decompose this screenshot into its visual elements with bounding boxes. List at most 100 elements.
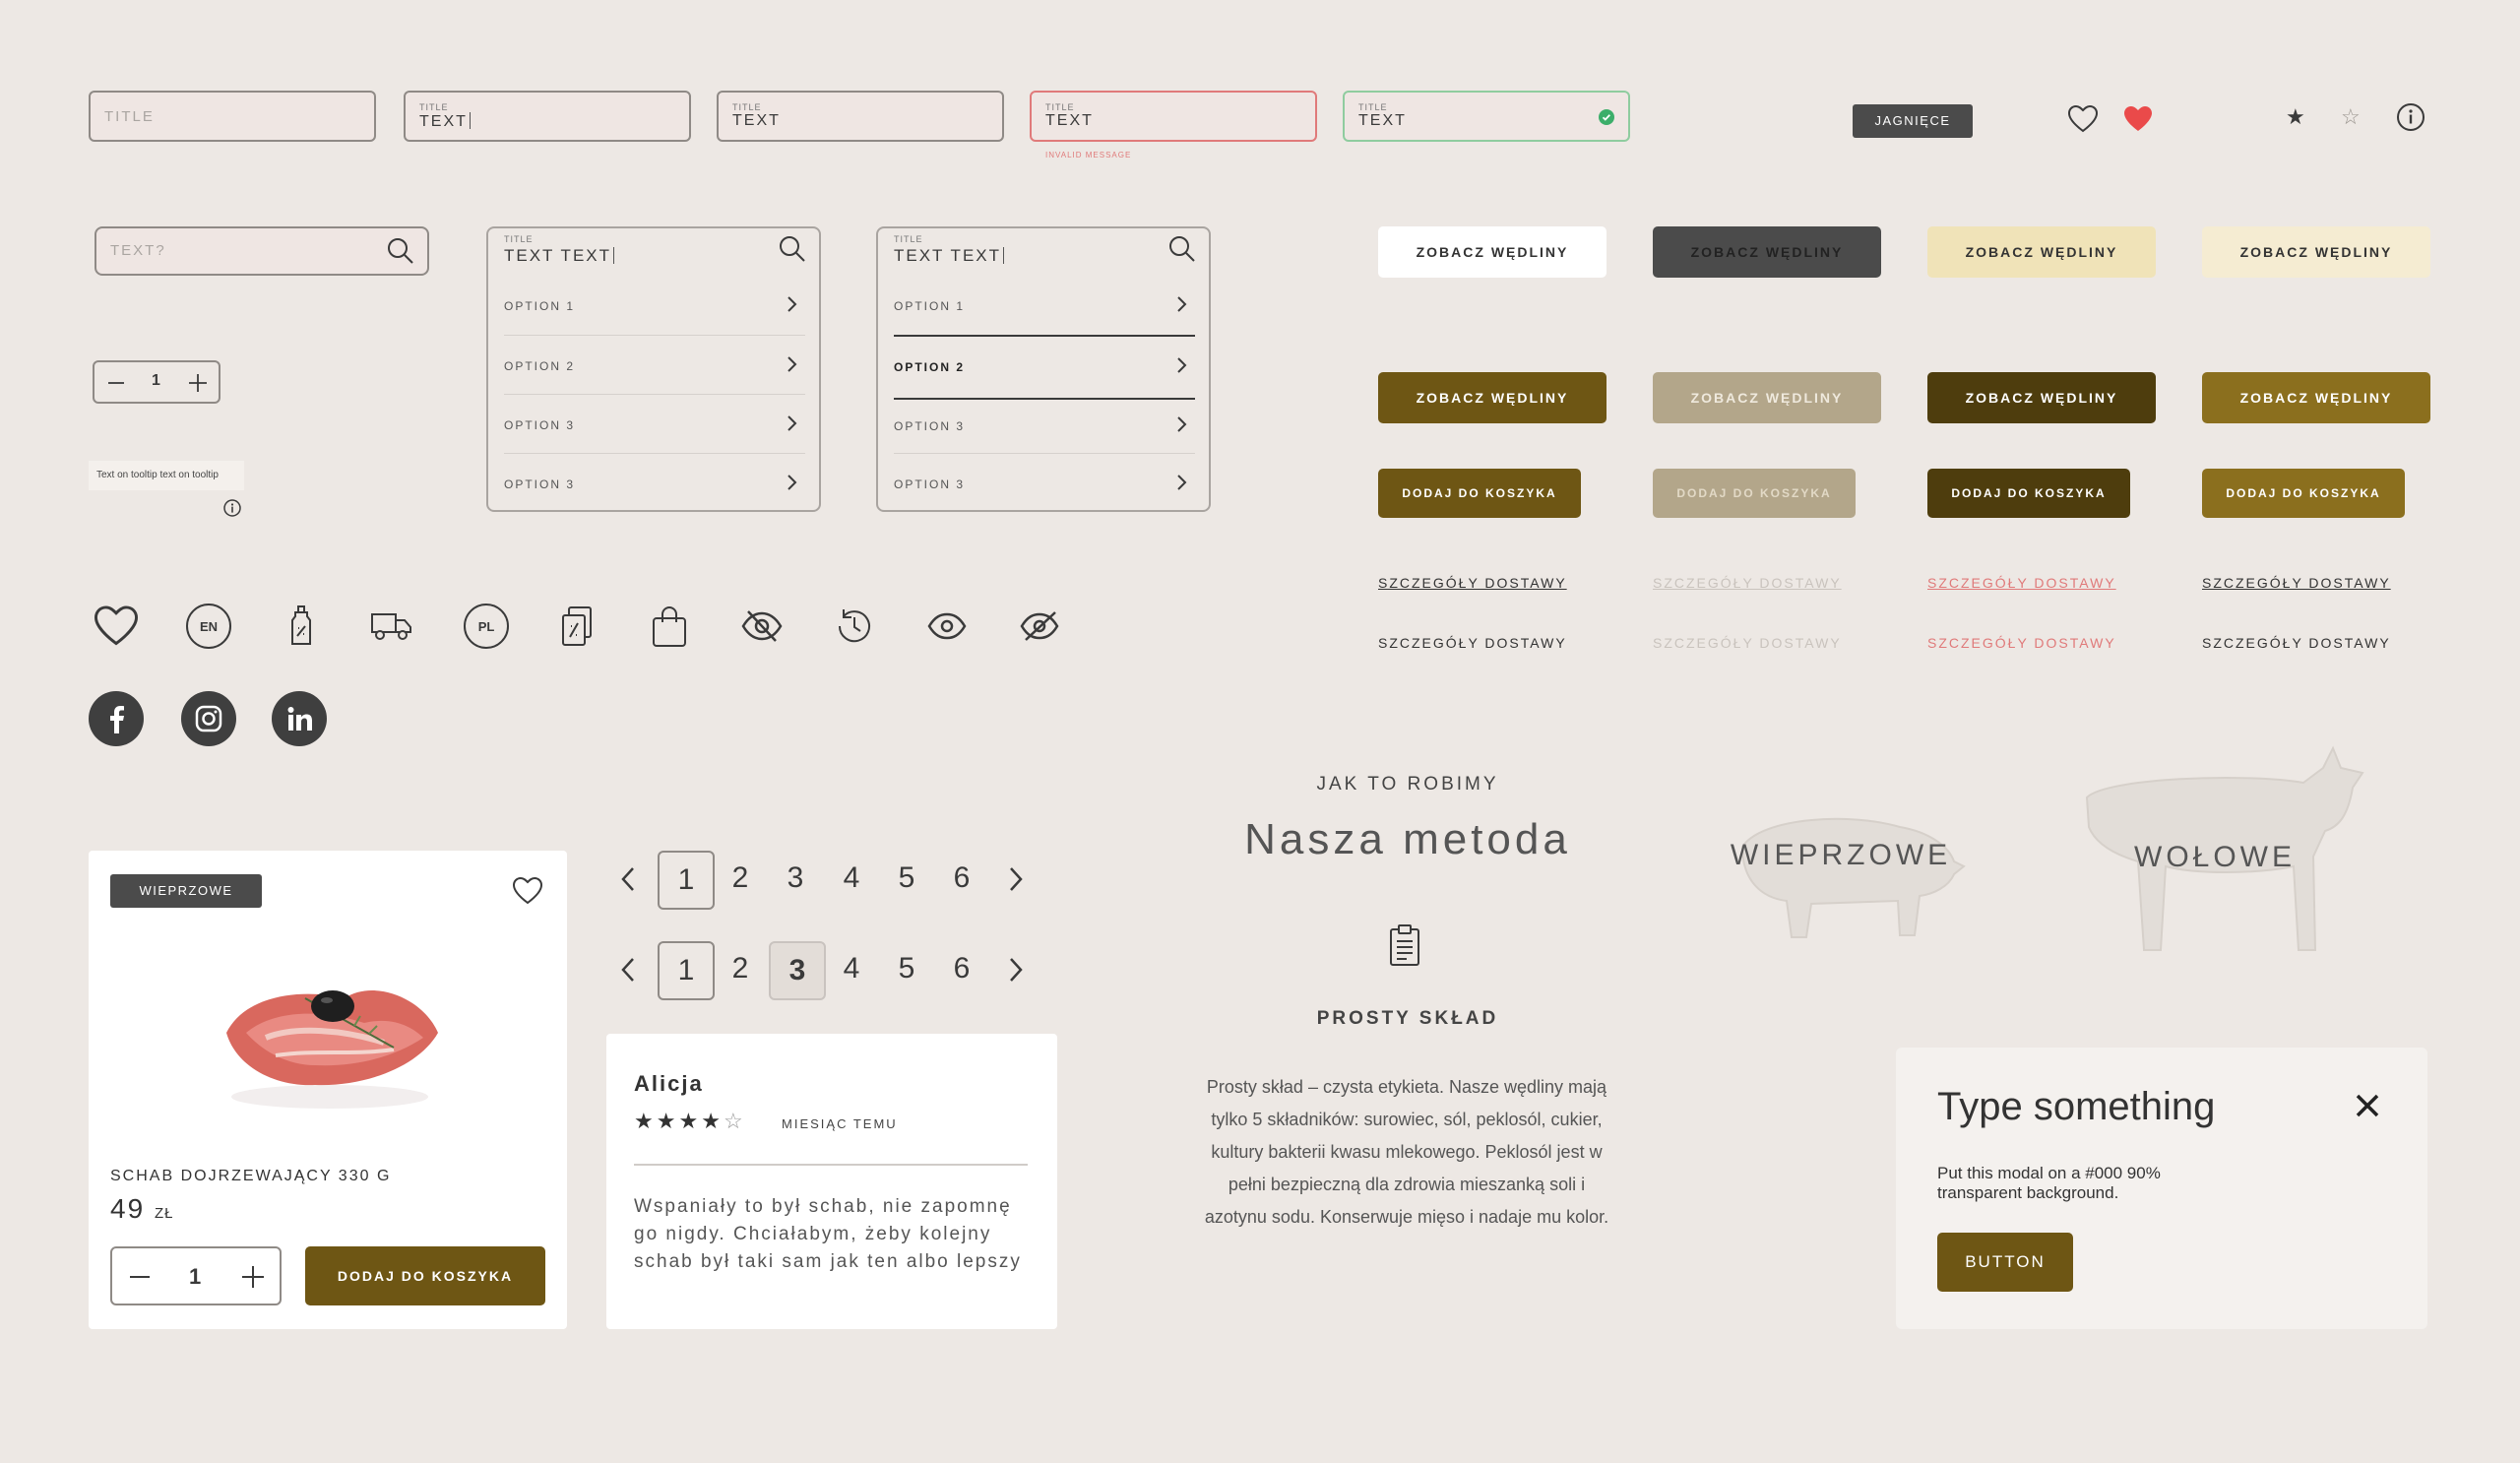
see-products-button-brown-dark[interactable]: ZOBACZ WĘDLINY [1927,372,2156,423]
page-5[interactable]: 5 [880,941,933,996]
dropdown-open[interactable]: TITLE TEXT TEXT OPTION 1 OPTION 2 OPTION… [486,226,821,512]
search-input[interactable]: TEXT? [94,226,429,276]
search-icon[interactable] [386,236,415,271]
dropdown-option[interactable]: OPTION 3 [894,453,1195,513]
star-outline-icon[interactable]: ☆ [2341,104,2361,130]
add-to-cart-button-disabled[interactable]: DODAJ DO KOSZYKA [1653,469,1856,518]
linkedin-icon[interactable] [272,691,327,746]
close-icon[interactable] [2355,1093,2380,1123]
chevron-left-icon[interactable] [618,955,638,989]
delivery-text-active[interactable]: SZCZEGÓŁY DOSTAWY [2202,635,2391,651]
dropdown-option-active[interactable]: OPTION 2 [894,335,1195,400]
delivery-link-active[interactable]: SZCZEGÓŁY DOSTAWY [2202,575,2391,591]
info-icon[interactable] [2396,102,2426,137]
chevron-left-icon[interactable] [618,864,638,899]
delivery-text-hover[interactable]: SZCZEGÓŁY DOSTAWY [1927,635,2116,651]
page-6[interactable]: 6 [935,941,988,996]
info-small-icon[interactable] [222,498,242,523]
page-1[interactable]: 1 [658,941,715,1000]
category-pork[interactable]: WIEPRZOWE [1624,839,2057,872]
see-products-button-disabled[interactable]: ZOBACZ WĘDLINY [1653,372,1881,423]
dropdown-header[interactable]: TITLE TEXT TEXT [488,228,819,276]
page-4[interactable]: 4 [825,851,878,906]
eye-icon[interactable] [919,599,975,654]
dropdown-option[interactable]: OPTION 1 [504,276,805,335]
heart-icon[interactable] [89,599,144,654]
favourite-icon[interactable] [512,876,543,911]
dropdown-option[interactable]: OPTION 1 [894,276,1195,335]
delivery-text[interactable]: SZCZEGÓŁY DOSTAWY [1378,635,1567,651]
chevron-right-icon [786,414,799,437]
see-products-button-cream[interactable]: ZOBACZ WĘDLINY [1927,226,2156,278]
see-products-button-brown[interactable]: ZOBACZ WĘDLINY [1378,372,1606,423]
option-label: OPTION 3 [894,419,966,433]
product-card[interactable]: WIEPRZOWE SCHAB DOJRZEWAJĄCY 330 G 49 ZŁ… [89,851,567,1329]
dropdown-label: TITLE [894,234,923,244]
title-input-invalid[interactable]: TITLE TEXT [1030,91,1317,142]
dropdown-option[interactable]: OPTION 2 [504,335,805,395]
title-input-focused[interactable]: TITLE TEXT [404,91,691,142]
price-tag-icon [274,599,329,654]
modal-button[interactable]: BUTTON [1937,1233,2073,1292]
eye-off-icon[interactable] [734,599,789,654]
see-products-button-dark[interactable]: ZOBACZ WĘDLINY [1653,226,1881,278]
language-pl-label: PL [464,604,509,649]
page-3[interactable]: 3 [769,851,822,906]
add-to-cart-button-brown-dark[interactable]: DODAJ DO KOSZYKA [1927,469,2130,518]
field-value: TEXT [419,113,468,130]
plus-icon[interactable] [240,1264,266,1295]
page-1[interactable]: 1 [658,851,715,910]
history-icon[interactable] [827,599,882,654]
search-icon[interactable] [1167,234,1197,269]
product-qty-value: 1 [189,1264,202,1289]
delivery-link-hover[interactable]: SZCZEGÓŁY DOSTAWY [1927,575,2116,591]
minus-icon[interactable] [106,373,126,398]
chevron-right-icon [786,295,799,318]
category-tag[interactable]: JAGNIĘCE [1853,104,1973,138]
facebook-icon[interactable] [89,691,144,746]
title-input-valid[interactable]: TITLE TEXT [1343,91,1630,142]
see-products-button-light-cream[interactable]: ZOBACZ WĘDLINY [2202,226,2430,278]
minus-icon[interactable] [128,1267,152,1292]
eye-crossed-icon[interactable] [1012,599,1067,654]
instagram-icon[interactable] [181,691,236,746]
product-quantity-stepper[interactable]: 1 [110,1246,282,1305]
page-4[interactable]: 4 [825,941,878,996]
product-currency: ZŁ [154,1205,174,1222]
page-2[interactable]: 2 [714,851,767,906]
page-5[interactable]: 5 [880,851,933,906]
product-image[interactable] [207,939,453,1121]
plus-icon[interactable] [187,372,209,399]
dropdown-option[interactable]: OPTION 3 [504,453,805,513]
delivery-text-disabled[interactable]: SZCZEGÓŁY DOSTAWY [1653,635,1842,651]
product-add-to-cart-button[interactable]: DODAJ DO KOSZYKA [305,1246,545,1305]
dropdown-option[interactable]: OPTION 3 [504,394,805,454]
delivery-link-disabled[interactable]: SZCZEGÓŁY DOSTAWY [1653,575,1842,591]
heart-filled-icon[interactable] [2122,104,2154,139]
shopping-bag-icon[interactable] [642,599,697,654]
quantity-stepper[interactable]: 1 [93,360,220,404]
review-text: Wspaniały to był schab, nie zapomnę go n… [634,1196,1022,1272]
chevron-right-icon[interactable] [1006,955,1026,989]
page-3-hover[interactable]: 3 [769,941,826,1000]
delivery-link[interactable]: SZCZEGÓŁY DOSTAWY [1378,575,1567,591]
page-6[interactable]: 6 [935,851,988,906]
add-to-cart-button-brown[interactable]: DODAJ DO KOSZYKA [1378,469,1581,518]
dropdown-header[interactable]: TITLE TEXT TEXT [878,228,1209,276]
title-input-filled[interactable]: TITLE TEXT [717,91,1004,142]
dropdown-option[interactable]: OPTION 3 [894,396,1195,455]
heart-outline-icon[interactable] [2067,104,2099,139]
chevron-right-icon[interactable] [1006,864,1026,899]
title-input-empty[interactable]: TITLE [89,91,376,142]
page-2[interactable]: 2 [714,941,767,996]
language-pl-icon[interactable]: PL [459,599,514,654]
add-to-cart-button-gold[interactable]: DODAJ DO KOSZYKA [2202,469,2405,518]
search-icon[interactable] [778,234,807,269]
dropdown-open-selected[interactable]: TITLE TEXT TEXT OPTION 1 OPTION 2 OPTION… [876,226,1211,512]
see-products-button-gold[interactable]: ZOBACZ WĘDLINY [2202,372,2430,423]
star-filled-icon[interactable]: ★ [2286,104,2305,130]
category-beef[interactable]: WOŁOWE [2008,841,2422,874]
language-en-icon[interactable]: EN [181,599,236,654]
see-products-button-white[interactable]: ZOBACZ WĘDLINY [1378,226,1606,278]
option-label: OPTION 1 [894,299,966,313]
